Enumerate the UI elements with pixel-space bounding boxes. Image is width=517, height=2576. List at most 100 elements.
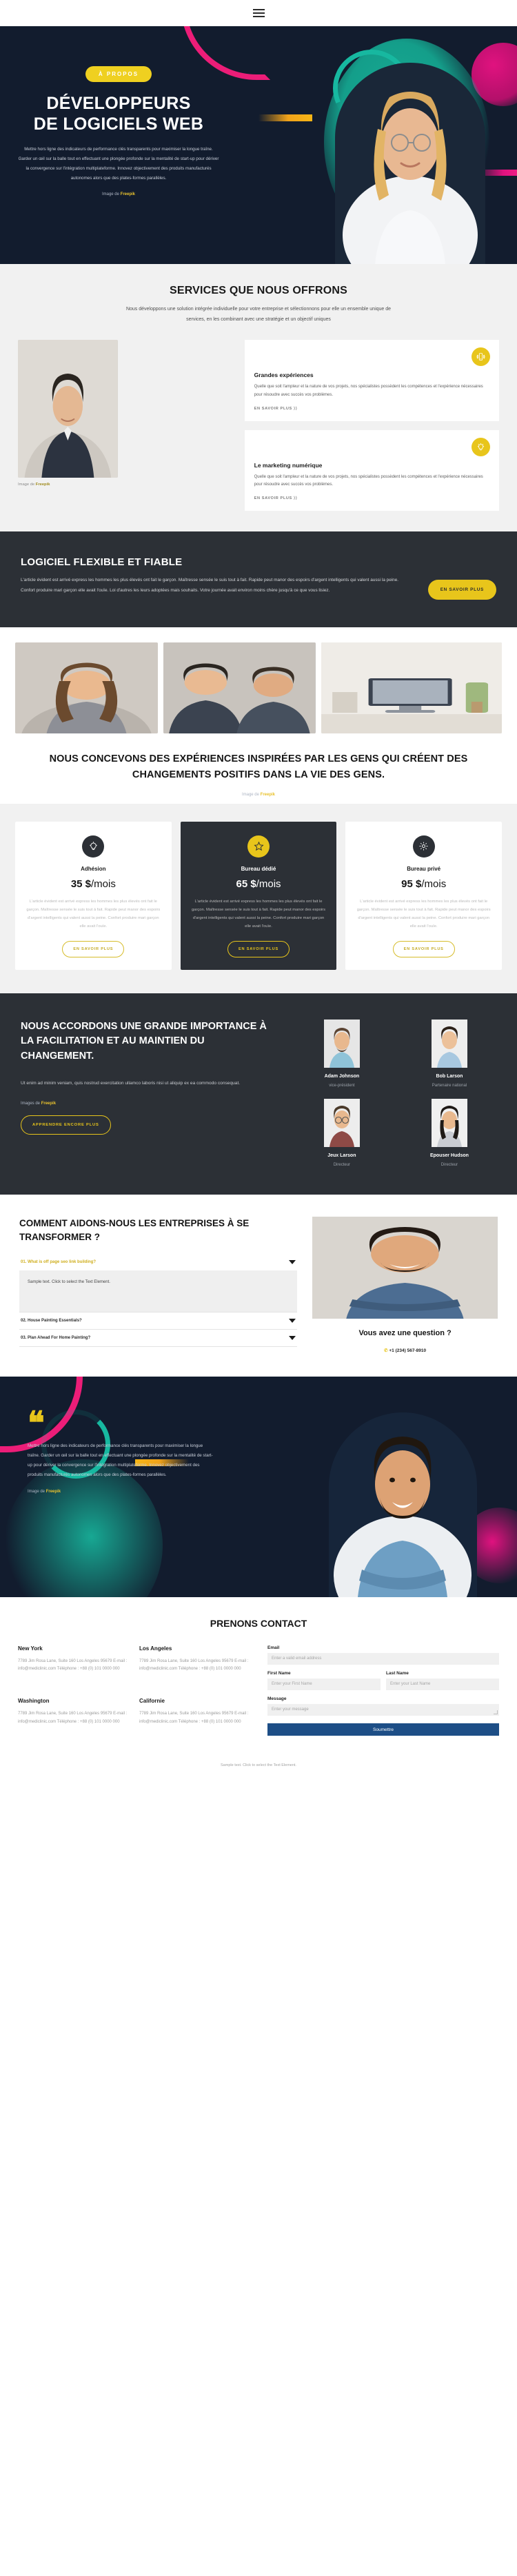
email-input[interactable]: Enter a valid email address	[267, 1652, 499, 1665]
faq-item: 03. Plan Ahead For Home Painting?	[19, 1330, 298, 1348]
plan-price-amount: 35 $	[70, 878, 92, 890]
chevron-down-icon[interactable]	[289, 1260, 296, 1265]
contact-title: PRENONS CONTACT	[210, 1617, 307, 1629]
hamburger-menu-icon[interactable]	[252, 9, 265, 17]
services-section: SERVICES QUE NOUS OFFRONS Nous développo…	[0, 264, 517, 532]
gallery-credit: Image de Freepik	[43, 793, 474, 797]
office-address: 7789 Jim Rosa Lane, Suite 160 Los Angele…	[139, 1712, 249, 1724]
member-role: vice-président	[329, 1083, 355, 1088]
service-card-text: Quelle que soit l'ampleur et la nature d…	[254, 385, 483, 398]
faq-question: 03. Plan Ahead For Home Painting?	[21, 1336, 91, 1341]
quote-mark-icon: ❝	[28, 1405, 45, 1441]
hero-section: À PROPOS DÉVELOPPEURS DE LOGICIELS WEB M…	[0, 26, 517, 264]
services-grid: Image de Freepik Grandes expériences Que…	[18, 340, 499, 511]
plan-name: Bureau privé	[407, 865, 441, 872]
services-title: SERVICES QUE NOUS OFFRONS	[169, 285, 348, 296]
avatar	[323, 1098, 360, 1147]
message-label: Message	[267, 1696, 287, 1701]
mobile-phone-icon	[472, 347, 490, 367]
plan-button[interactable]: EN SAVOIR PLUS	[227, 940, 290, 957]
last-name-input[interactable]: Enter your Last Name	[386, 1678, 499, 1690]
pricing-card[interactable]: Adhésion 35 $/mois L'article évident est…	[15, 821, 172, 970]
phone-icon: ✆	[384, 1348, 388, 1353]
testimonial-content: ❝ Mettre hors ligne des indicateurs de p…	[0, 1377, 214, 1494]
office-desk-illustration	[321, 642, 502, 734]
learn-more-link[interactable]: EN SAVOIR PLUS ⟩⟩	[254, 496, 298, 500]
message-textarea[interactable]: Enter your message	[267, 1703, 499, 1716]
team-member: Jeux Larson Directeur	[295, 1098, 389, 1167]
credit-prefix: Image de	[241, 792, 259, 797]
orange-bar-decoration	[258, 114, 312, 121]
faq-heading: COMMENT AIDONS-NOUS LES ENTREPRISES À SE…	[19, 1217, 250, 1242]
contact-section: PRENONS CONTACT New York 7789 Jim Rosa L…	[0, 1596, 517, 1750]
testimonial-paragraph: Mettre hors ligne des indicateurs de per…	[28, 1443, 213, 1477]
team-paragraph: Ut enim ad minim veniam, quis nostrud ex…	[21, 1080, 241, 1086]
faq-question: 01. What is off page seo link building?	[21, 1260, 97, 1265]
service-card[interactable]: Le marketing numérique Quelle que soit l…	[244, 429, 499, 511]
credit-prefix: Images de	[21, 1101, 41, 1106]
faq-question-header[interactable]: 01. What is off page seo link building?	[19, 1254, 297, 1270]
faq-phone[interactable]: ✆ +1 (234) 567-8910	[312, 1348, 498, 1353]
chevron-down-icon[interactable]	[289, 1319, 296, 1324]
team-member: Epouser Hudson Directeur	[403, 1098, 496, 1167]
learn-more-button[interactable]: EN SAVOIR PLUS	[427, 580, 496, 600]
service-card-title: Le marketing numérique	[254, 461, 323, 469]
plan-button[interactable]: EN SAVOIR PLUS	[392, 940, 455, 957]
testimonial-portrait-photo	[329, 1412, 477, 1597]
faq-side-title: Vous avez une question ?	[358, 1328, 452, 1337]
gallery-photo-office	[321, 642, 502, 734]
smiling-man-illustration	[312, 1216, 498, 1319]
name-fields-row: First Name Enter your First Name Last Na…	[267, 1671, 499, 1696]
team-images-credit: Images de Freepik	[21, 1102, 277, 1106]
chevron-down-icon[interactable]	[289, 1336, 296, 1341]
pricing-card[interactable]: Bureau privé 95 $/mois L'article évident…	[345, 821, 503, 970]
office-entry: Los Angeles 7789 Jim Rosa Lane, Suite 16…	[139, 1645, 250, 1683]
about-badge[interactable]: À PROPOS	[85, 66, 152, 82]
member-name: Bob Larson	[436, 1073, 463, 1079]
lightbulb-icon	[472, 437, 490, 456]
faq-question-header[interactable]: 03. Plan Ahead For Home Painting?	[19, 1330, 297, 1346]
credit-link[interactable]: Freepik	[46, 1490, 61, 1494]
services-photo-credit: Image de Freepik	[18, 483, 235, 487]
member-portrait	[431, 1019, 467, 1068]
team-member: Adam Johnson vice-président	[295, 1019, 389, 1088]
credit-link[interactable]: Freepik	[121, 192, 135, 196]
learn-more-link[interactable]: EN SAVOIR PLUS ⟩⟩	[254, 407, 298, 411]
pricing-card-featured[interactable]: Bureau dédié 65 $/mois L'article évident…	[180, 821, 337, 970]
plan-button[interactable]: EN SAVOIR PLUS	[62, 940, 125, 957]
submit-button[interactable]: Soumettre	[267, 1723, 499, 1736]
plan-price-period: /mois	[256, 878, 281, 890]
hero-paragraph: Mettre hors ligne des indicateurs de per…	[18, 147, 219, 181]
team-member: Bob Larson Partenaire national	[403, 1019, 496, 1088]
email-label: Email	[267, 1645, 280, 1650]
avatar	[323, 1019, 360, 1068]
member-role: Partenaire national	[432, 1083, 467, 1088]
footer-note: Sample text. Click to select the Text El…	[0, 1750, 517, 1778]
hero-image-credit: Image de Freepik	[10, 192, 227, 196]
faq-photo	[312, 1216, 498, 1319]
service-card[interactable]: Grandes expériences Quelle que soit l'am…	[244, 340, 499, 421]
office-entry: Californie 7789 Jim Rosa Lane, Suite 160…	[139, 1698, 250, 1736]
office-city: Los Angeles	[139, 1645, 172, 1652]
credit-link[interactable]: Freepik	[261, 793, 275, 797]
credit-link[interactable]: Freepik	[36, 483, 50, 487]
plan-description: L'article évident est arrivé express les…	[192, 899, 325, 929]
office-address: 7789 Jim Rosa Lane, Suite 160 Los Angele…	[18, 1712, 128, 1724]
team-section: NOUS ACCORDONS UNE GRANDE IMPORTANCE À L…	[0, 993, 517, 1195]
credit-link[interactable]: Freepik	[41, 1102, 56, 1106]
member-name: Epouser Hudson	[429, 1153, 469, 1158]
plan-name: Adhésion	[81, 865, 106, 872]
service-cards: Grandes expériences Quelle que soit l'am…	[244, 340, 499, 511]
star-icon	[247, 835, 270, 858]
learn-more-button[interactable]: APPRENDRE ENCORE PLUS	[21, 1115, 111, 1135]
faq-question-header[interactable]: 02. House Painting Essentials?	[19, 1312, 297, 1329]
credit-prefix: Image de	[18, 483, 35, 487]
faq-item: 02. House Painting Essentials?	[19, 1312, 298, 1330]
gallery-photo-woman	[15, 642, 158, 734]
man-in-suit-illustration	[18, 340, 118, 478]
faq-accordion: 01. What is off page seo link building? …	[19, 1254, 298, 1348]
member-portrait	[323, 1019, 360, 1068]
first-name-input[interactable]: Enter your First Name	[267, 1678, 381, 1690]
last-name-field-group: Last Name Enter your Last Name	[386, 1671, 499, 1690]
gear-icon	[412, 835, 435, 858]
